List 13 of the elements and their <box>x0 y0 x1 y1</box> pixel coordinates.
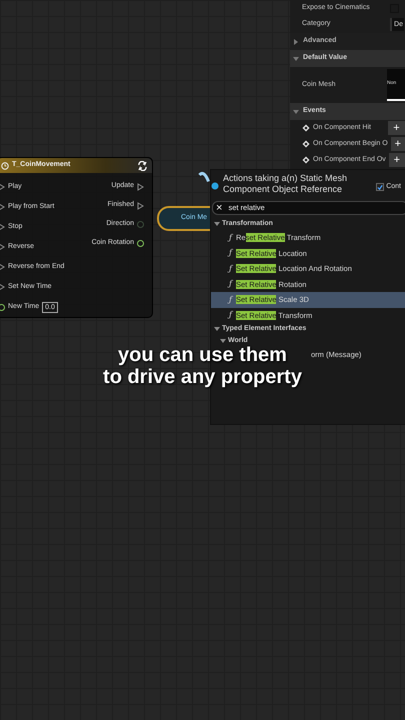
function-icon: ƒ <box>229 294 232 306</box>
add-event-button[interactable]: + <box>388 153 405 167</box>
function-icon: ƒ <box>229 247 232 260</box>
function-icon: ƒ <box>229 309 232 322</box>
function-icon: ƒ <box>229 262 232 275</box>
add-event-button[interactable]: + <box>390 137 405 151</box>
clear-button[interactable]: × <box>216 202 222 214</box>
function-icon: ƒ <box>229 232 232 244</box>
function-icon: ƒ <box>229 278 232 290</box>
menu-title: Actions taking a(n) Static Mesh Component Object Reference <box>223 173 348 195</box>
caption-text: to drive any property <box>103 366 302 388</box>
caption-text: you can use them <box>118 344 287 366</box>
add-event-button[interactable]: + <box>388 121 405 135</box>
